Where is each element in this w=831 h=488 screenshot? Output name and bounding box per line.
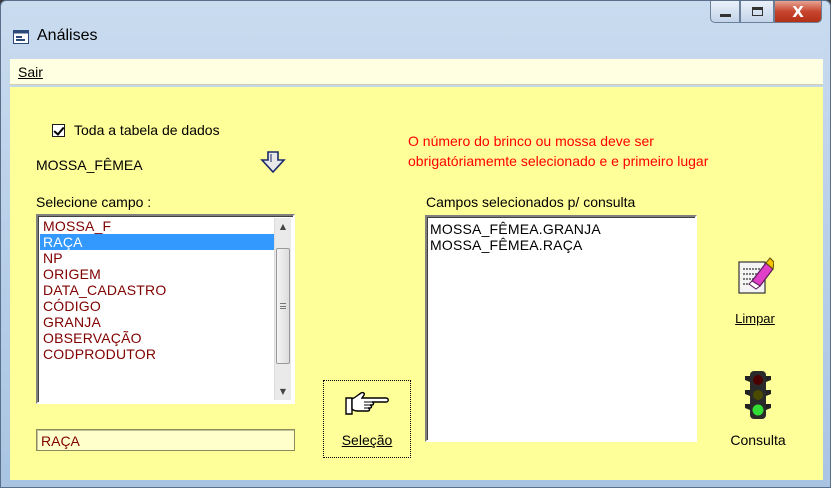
vertical-scrollbar[interactable]: ▲ ▼ <box>274 218 291 400</box>
whole-table-label: Toda a tabela de dados <box>74 122 220 138</box>
scroll-down-icon[interactable]: ▼ <box>275 383 291 400</box>
list-item[interactable]: OBSERVAÇÃO <box>40 330 274 346</box>
query-button[interactable]: Consulta <box>718 370 798 456</box>
list-item-selected[interactable]: RAÇA <box>40 234 274 250</box>
window-controls: X <box>710 1 822 23</box>
minimize-button[interactable] <box>710 1 740 23</box>
menu-bar: Sair <box>10 59 823 85</box>
warning-line-2: obrigatóriamemte selecionado e e primeir… <box>408 153 709 169</box>
list-item[interactable]: MOSSA_FÊMEA.GRANJA <box>430 221 692 237</box>
form-client-area: Toda a tabela de dados MOSSA_FÊMEA Selec… <box>10 87 823 480</box>
traffic-light-icon <box>745 371 771 419</box>
menu-item-sair[interactable]: Sair <box>18 64 43 80</box>
scroll-up-icon[interactable]: ▲ <box>275 218 291 235</box>
clear-button[interactable]: Limpar <box>725 257 785 329</box>
selection-button-label: Seleção <box>341 432 393 448</box>
down-arrow-icon[interactable] <box>260 151 286 173</box>
maximize-button[interactable] <box>740 1 774 23</box>
eraser-document-icon <box>738 257 774 294</box>
warning-message: O número do brinco ou mossa deve ser obr… <box>408 131 708 171</box>
selected-fields-label: Campos selecionados p/ consulta <box>426 194 636 210</box>
list-item[interactable]: MOSSA_F <box>40 218 274 234</box>
warning-line-1: O número do brinco ou mossa deve ser <box>408 133 654 149</box>
table-name: MOSSA_FÊMEA <box>36 157 143 173</box>
list-item[interactable]: CÓDIGO <box>40 298 274 314</box>
list-item[interactable]: ORIGEM <box>40 266 274 282</box>
whole-table-checkbox-row[interactable]: Toda a tabela de dados <box>52 122 220 138</box>
field-listbox[interactable]: MOSSA_F RAÇA NP ORIGEM DATA_CADASTRO CÓD… <box>36 214 295 404</box>
list-item[interactable]: GRANJA <box>40 314 274 330</box>
scroll-thumb[interactable] <box>276 248 290 364</box>
analises-window: Análises X Sair Toda a tabela de dados M… <box>0 0 831 488</box>
whole-table-checkbox[interactable] <box>52 123 65 137</box>
selection-button[interactable]: Seleção <box>323 380 411 458</box>
list-item[interactable]: DATA_CADASTRO <box>40 282 274 298</box>
list-item[interactable]: NP <box>40 250 274 266</box>
field-list: MOSSA_F RAÇA NP ORIGEM DATA_CADASTRO CÓD… <box>40 218 274 362</box>
form-icon <box>13 30 29 44</box>
close-icon: X <box>792 2 804 21</box>
close-button[interactable]: X <box>774 1 822 23</box>
list-item[interactable]: MOSSA_FÊMEA.RAÇA <box>430 237 692 253</box>
title-bar[interactable]: Análises X <box>1 1 830 59</box>
pointing-hand-icon <box>345 391 389 415</box>
query-button-label: Consulta <box>730 432 786 448</box>
grip-icon <box>280 303 286 309</box>
clear-button-label: Limpar <box>735 311 775 326</box>
list-item[interactable]: CODPRODUTOR <box>40 346 274 362</box>
maximize-icon <box>751 7 763 16</box>
select-field-label: Selecione campo : <box>36 194 152 210</box>
current-field-input[interactable]: RAÇA <box>36 429 295 451</box>
minimize-icon <box>719 14 731 17</box>
window-title: Análises <box>37 27 98 44</box>
selected-fields-listbox[interactable]: MOSSA_FÊMEA.GRANJA MOSSA_FÊMEA.RAÇA <box>425 215 697 442</box>
